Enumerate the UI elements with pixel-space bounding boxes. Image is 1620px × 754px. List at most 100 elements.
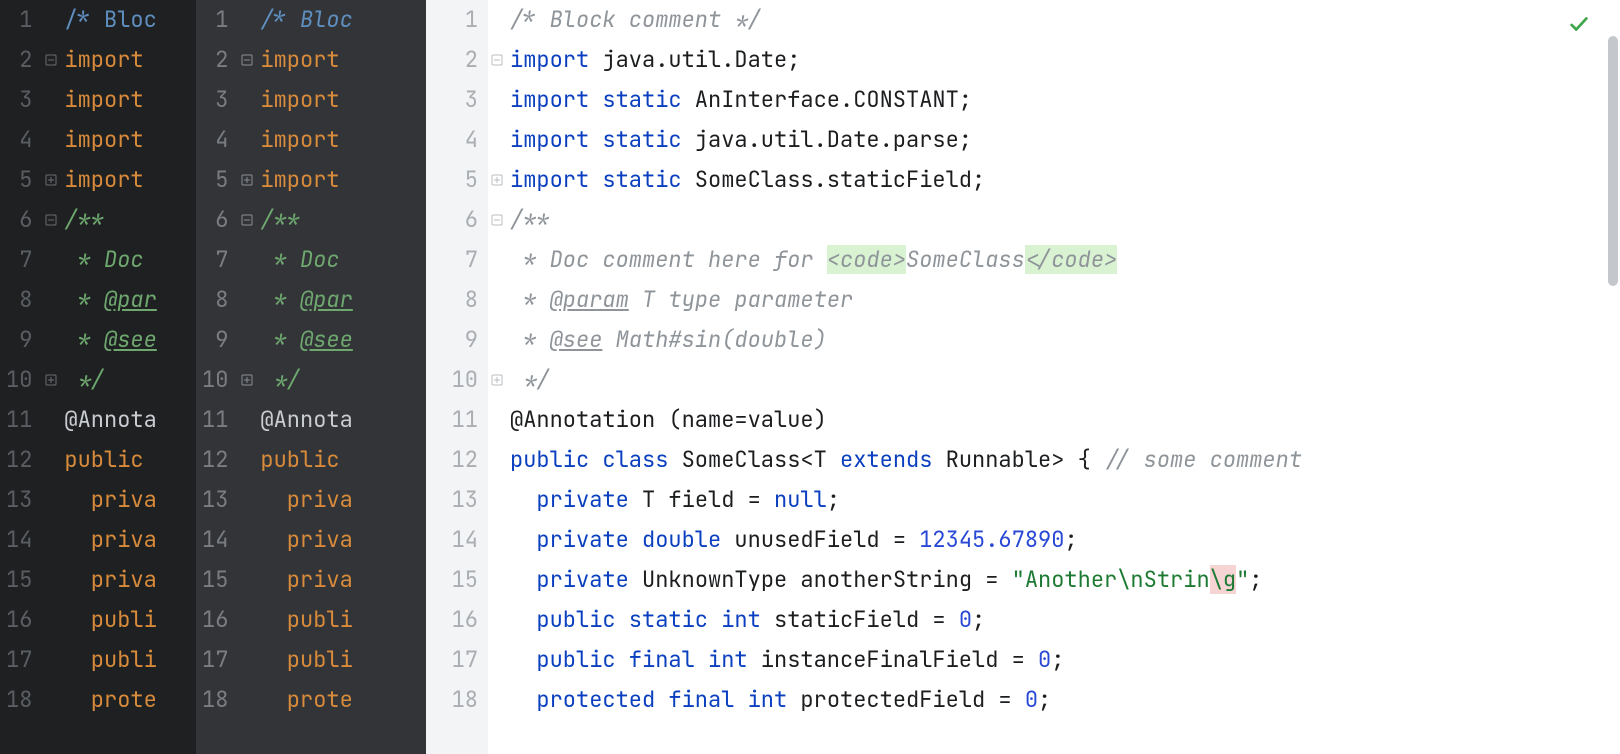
code-token: import — [64, 45, 143, 74]
editor-pane-light[interactable]: 123456789101112131415161718 /* Block comm… — [426, 0, 1606, 754]
code-line[interactable]: @Annota — [64, 400, 156, 440]
code-line[interactable]: */ — [510, 360, 1302, 400]
code-line[interactable]: import java.util.Date; — [510, 40, 1302, 80]
code-line[interactable]: /* Bloc — [64, 0, 156, 40]
code-line[interactable]: private double unusedField = 12345.67890… — [510, 520, 1302, 560]
code-line[interactable]: import — [64, 40, 156, 80]
fold-toggle-icon[interactable] — [238, 40, 256, 80]
code-token: * — [260, 285, 300, 314]
code-line[interactable]: import static AnInterface.CONSTANT; — [510, 80, 1302, 120]
fold-toggle-icon[interactable] — [488, 360, 506, 400]
line-number: 10 — [202, 360, 228, 400]
code-line[interactable]: @Annota — [260, 400, 352, 440]
code-line[interactable]: public static int staticField = 0; — [510, 600, 1302, 640]
line-number: 8 — [6, 280, 32, 320]
scrollbar-thumb[interactable] — [1608, 36, 1618, 286]
line-number: 10 — [6, 360, 32, 400]
code-line[interactable]: private UnknownType anotherString = "Ano… — [510, 560, 1302, 600]
code-line[interactable]: * Doc — [64, 240, 156, 280]
code-token: */ — [64, 365, 104, 394]
code-line[interactable]: @Annotation (name=value) — [510, 400, 1302, 440]
code-token: /* Bloc — [260, 5, 352, 34]
code-token: "Another — [1012, 565, 1118, 594]
fold-toggle-icon[interactable] — [238, 360, 256, 400]
line-number: 9 — [432, 320, 478, 360]
code-line[interactable]: priva — [260, 520, 352, 560]
code-line[interactable]: */ — [64, 360, 156, 400]
code-line[interactable]: prote — [64, 680, 156, 720]
code-area[interactable]: /* Blocimportimportimportimport/** * Doc… — [60, 0, 156, 754]
vertical-scrollbar[interactable] — [1606, 0, 1620, 754]
line-number: 15 — [432, 560, 478, 600]
code-line[interactable]: publi — [260, 640, 352, 680]
code-token: * — [64, 325, 104, 354]
code-line[interactable]: public — [260, 440, 352, 480]
code-line[interactable]: /** — [64, 200, 156, 240]
code-line[interactable]: priva — [64, 480, 156, 520]
code-token: unusedField = — [721, 525, 919, 554]
code-line[interactable]: public final int instanceFinalField = 0; — [510, 640, 1302, 680]
code-line[interactable]: publi — [64, 640, 156, 680]
code-line[interactable]: priva — [260, 480, 352, 520]
code-line[interactable]: import — [64, 120, 156, 160]
code-line[interactable]: import — [260, 160, 352, 200]
code-line[interactable]: */ — [260, 360, 352, 400]
code-line[interactable]: prote — [260, 680, 352, 720]
code-line[interactable]: * @par — [260, 280, 352, 320]
code-line[interactable]: /** — [510, 200, 1302, 240]
fold-gutter — [238, 0, 256, 754]
editor-root: 123456789101112131415161718 /* Bloc import… — [0, 0, 1620, 754]
code-token: * — [260, 325, 300, 354]
code-line[interactable]: public class SomeClass<T extends Runnabl… — [510, 440, 1302, 480]
code-line[interactable]: * Doc comment here for <code>SomeClass</… — [510, 240, 1302, 280]
code-line[interactable]: public — [64, 440, 156, 480]
code-line[interactable]: * @par — [64, 280, 156, 320]
code-line[interactable]: /** — [260, 200, 352, 240]
fold-toggle-icon[interactable] — [488, 40, 506, 80]
code-line[interactable]: import — [260, 80, 352, 120]
line-number: 16 — [6, 600, 32, 640]
code-line[interactable]: /* Bloc — [260, 0, 352, 40]
code-line[interactable]: import static SomeClass.staticField; — [510, 160, 1302, 200]
fold-toggle-icon[interactable] — [42, 360, 60, 400]
fold-toggle-icon[interactable] — [488, 200, 506, 240]
fold-toggle-icon[interactable] — [488, 160, 506, 200]
code-line[interactable]: * @see — [64, 320, 156, 360]
fold-toggle-icon[interactable] — [42, 200, 60, 240]
line-number: 6 — [432, 200, 478, 240]
code-line[interactable]: /* Block comment */ — [510, 0, 1302, 40]
code-line[interactable]: import — [64, 160, 156, 200]
code-line[interactable]: * @see — [260, 320, 352, 360]
code-line[interactable]: publi — [260, 600, 352, 640]
code-line[interactable]: private T field = null; — [510, 480, 1302, 520]
code-token: publi — [260, 605, 352, 634]
code-line[interactable]: priva — [64, 520, 156, 560]
code-line[interactable]: import — [260, 120, 352, 160]
line-number: 1 — [202, 0, 228, 40]
code-token: Strin — [1144, 565, 1210, 594]
code-line[interactable]: import — [260, 40, 352, 80]
editor-pane-dark-2[interactable]: 123456789101112131415161718/* Blocimport… — [196, 0, 426, 754]
line-number: 13 — [432, 480, 478, 520]
fold-toggle-icon[interactable] — [42, 160, 60, 200]
code-line[interactable]: publi — [64, 600, 156, 640]
line-number-gutter: 123456789101112131415161718 — [426, 0, 488, 754]
line-number: 18 — [6, 680, 32, 720]
code-line[interactable]: priva — [260, 560, 352, 600]
code-line[interactable]: priva — [64, 560, 156, 600]
line-number: 4 — [202, 120, 228, 160]
editor-pane-dark-1[interactable]: 123456789101112131415161718/* Blocimport… — [0, 0, 196, 754]
fold-toggle-icon[interactable] — [42, 40, 60, 80]
code-line[interactable]: import static java.util.Date.parse; — [510, 120, 1302, 160]
code-line[interactable]: * Doc — [260, 240, 352, 280]
code-line[interactable]: * @param T type parameter — [510, 280, 1302, 320]
fold-toggle-icon[interactable] — [238, 200, 256, 240]
code-line[interactable]: * @see Math#sin(double) — [510, 320, 1302, 360]
code-area[interactable]: /* Blocimportimportimportimport/** * Doc… — [256, 0, 352, 754]
code-area[interactable]: /* Block comment */import java.util.Date… — [506, 0, 1302, 754]
code-line[interactable]: protected final int protectedField = 0; — [510, 680, 1302, 720]
fold-toggle-icon[interactable] — [238, 160, 256, 200]
code-token: publi — [64, 645, 156, 674]
code-token — [510, 485, 536, 514]
code-line[interactable]: import — [64, 80, 156, 120]
